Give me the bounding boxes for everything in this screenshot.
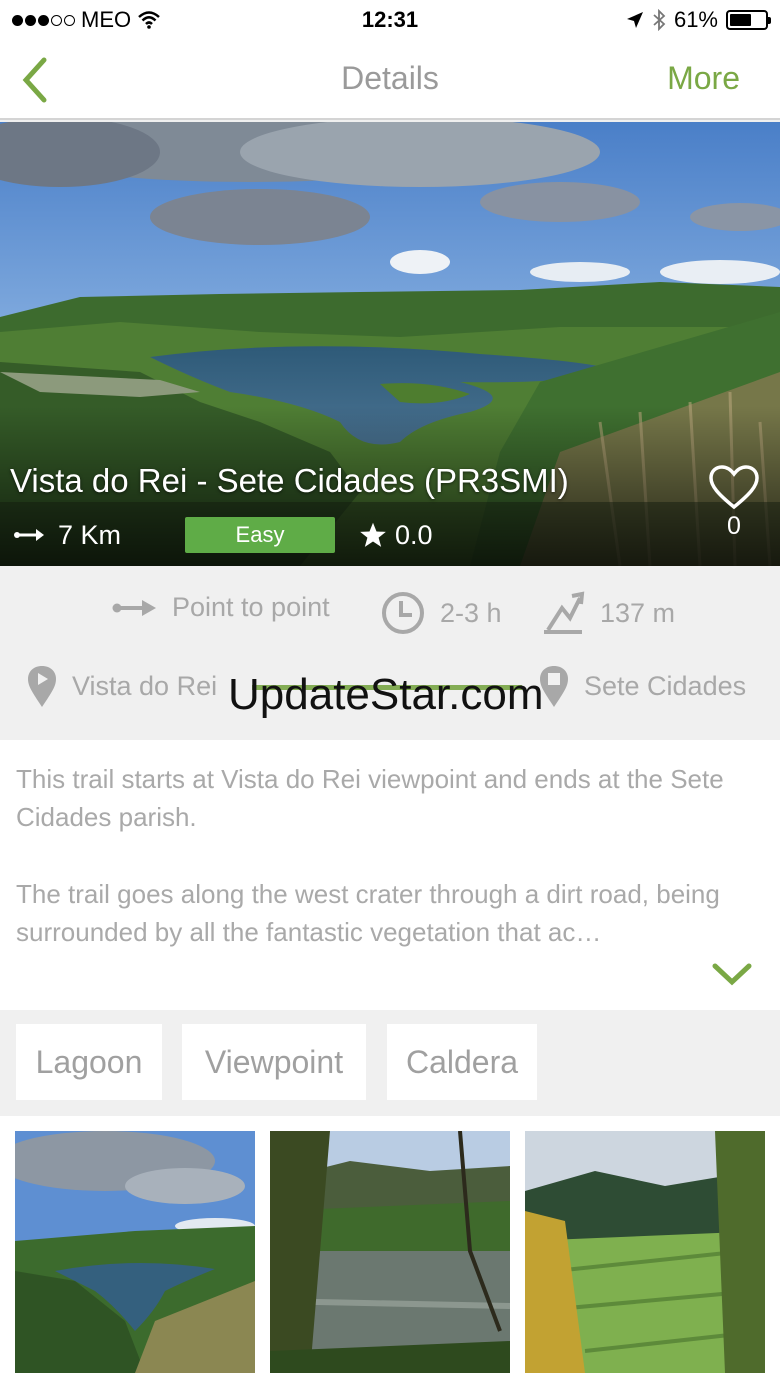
description-paragraph-1: This trail starts at Vista do Rei viewpo… <box>16 764 724 832</box>
distance-value: 7 Km <box>58 519 122 550</box>
end-point-label: Sete Cidades <box>584 670 747 701</box>
distance-arrow-icon <box>14 529 44 541</box>
navigation-bar: Details More <box>0 40 780 120</box>
start-point-label: Vista do Rei <box>72 670 218 701</box>
duration-value: 2-3 h <box>440 597 502 628</box>
rating-value: 0.0 <box>395 519 433 550</box>
star-icon <box>360 522 386 547</box>
rating: 0.0 <box>359 520 433 551</box>
difficulty-badge: Easy <box>185 517 335 553</box>
elevation-value: 137 m <box>600 597 676 628</box>
location-arrow-icon <box>626 12 643 28</box>
duration: 2-3 h <box>380 590 502 636</box>
start-pin-icon <box>28 666 56 707</box>
battery-icon <box>726 10 771 30</box>
tag-caldera[interactable]: Caldera <box>387 1024 537 1100</box>
photo-gallery <box>0 1116 780 1387</box>
distance: 7 Km <box>14 520 185 551</box>
gallery-photo-lagoon-view[interactable] <box>15 1131 255 1373</box>
route-type: Point to point <box>112 592 330 623</box>
trail-description: This trail starts at Vista do Rei viewpo… <box>0 740 780 1010</box>
more-button[interactable]: More <box>667 60 740 97</box>
clock-icon <box>382 592 424 634</box>
favorite-count: 0 <box>727 512 741 540</box>
gallery-photo-green-valley[interactable] <box>525 1131 765 1373</box>
start-point: Vista do Rei <box>26 664 217 708</box>
elevation-icon <box>544 591 585 634</box>
battery-percent: 61% <box>673 7 718 32</box>
gallery-photo-lake-trees[interactable] <box>270 1131 510 1373</box>
end-point: Sete Cidades <box>538 664 746 708</box>
trail-name: Vista do Rei - Sete Cidades (PR3SMI) <box>10 462 569 499</box>
heart-icon <box>709 465 759 510</box>
tag-viewpoint[interactable]: Viewpoint <box>182 1024 366 1100</box>
tag-lagoon[interactable]: Lagoon <box>16 1024 162 1100</box>
trail-info: Point to point 2-3 h 137 m Vista do Rei <box>0 566 780 740</box>
favorite-button[interactable]: 0 <box>708 464 760 541</box>
trail-summary: 7 Km Easy 0.0 <box>14 517 433 553</box>
status-right: 61% <box>626 7 771 33</box>
route-arrow-icon <box>112 599 156 616</box>
hero-image: Vista do Rei - Sete Cidades (PR3SMI) 7 K… <box>0 122 780 566</box>
trail-details-screen: MEO 12:31 61% Details More Vista do Rei … <box>0 0 780 1387</box>
chevron-down-icon <box>712 963 752 986</box>
bluetooth-icon <box>653 9 666 31</box>
status-bar: MEO 12:31 61% <box>0 0 780 40</box>
tag-list: Lagoon Viewpoint Caldera <box>0 1010 780 1116</box>
end-pin-icon <box>540 666 568 707</box>
route-type-label: Point to point <box>172 592 330 622</box>
page-title: Details <box>341 60 439 96</box>
watermark: UpdateStar.com <box>228 670 544 719</box>
description-paragraph-2: The trail goes along the west crater thr… <box>16 879 720 947</box>
expand-description-button[interactable] <box>712 958 752 988</box>
elevation: 137 m <box>540 590 675 636</box>
